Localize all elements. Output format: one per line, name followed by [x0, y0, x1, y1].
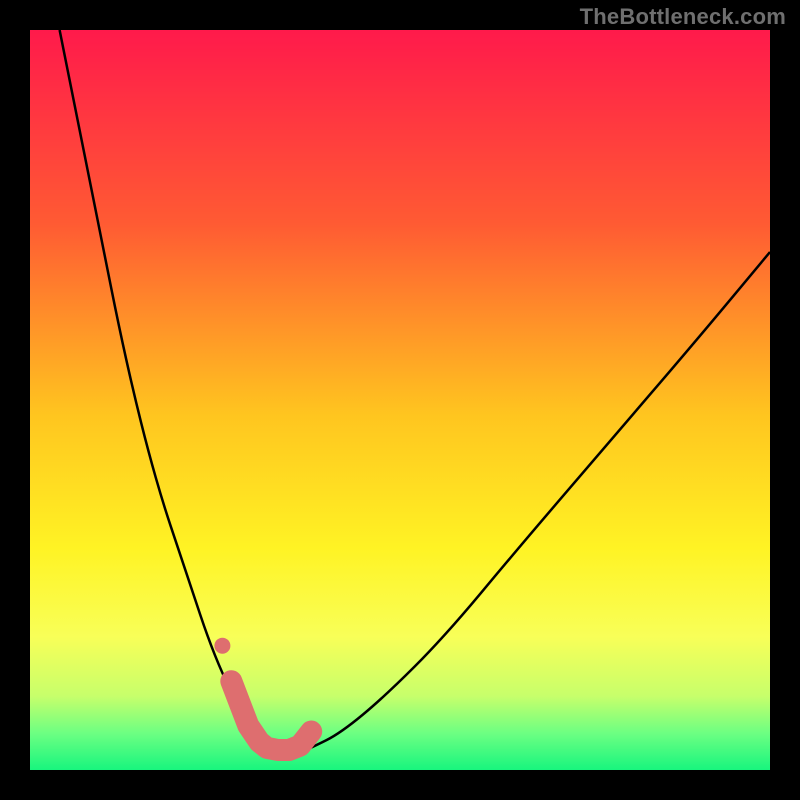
watermark-text: TheBottleneck.com — [580, 4, 786, 30]
chart-frame: TheBottleneck.com — [0, 0, 800, 800]
bottleneck-chart — [0, 0, 800, 800]
optimal-range-dot — [214, 638, 230, 654]
plot-background — [30, 30, 770, 770]
